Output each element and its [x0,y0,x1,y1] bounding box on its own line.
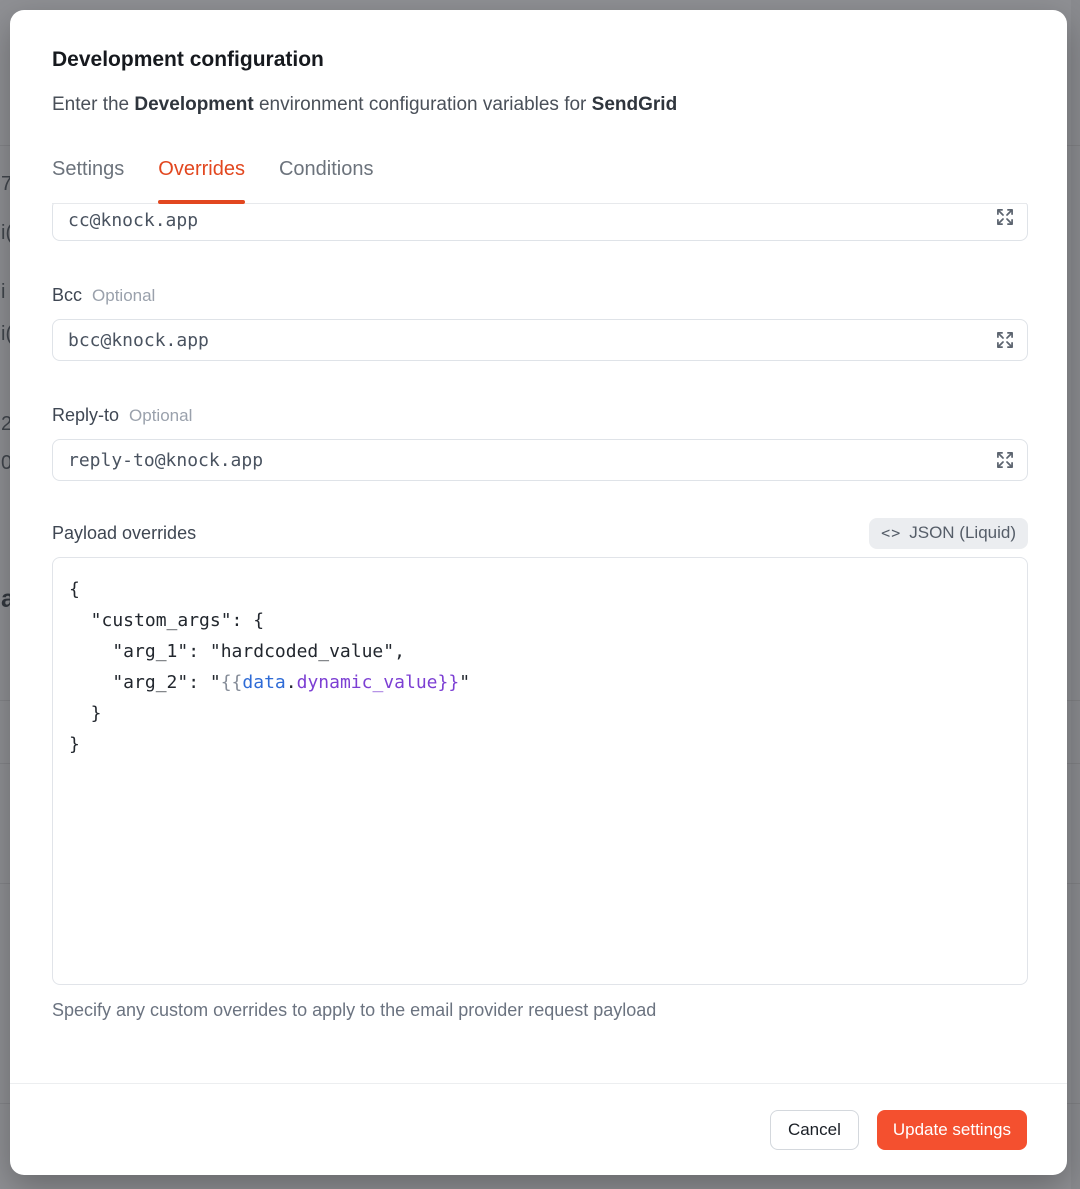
expand-icon[interactable] [994,449,1016,471]
expand-icon[interactable] [994,206,1016,228]
tab-conditions[interactable]: Conditions [279,157,374,203]
tab-overrides[interactable]: Overrides [158,157,245,203]
environment-name: Development [134,94,253,115]
dialog-subtitle: Enter the Development environment config… [52,93,1027,117]
code-line: "custom_args": { [69,605,1011,636]
page-scroll-edge [1071,0,1080,1189]
bcc-label: Bcc [52,285,82,306]
cc-input[interactable] [52,204,1028,241]
cc-field [52,204,1028,241]
dialog-body: Bcc Optional Reply-to Optional [10,204,1067,1083]
payload-overrides-label: Payload overrides [52,523,196,544]
development-configuration-dialog: Development configuration Enter the Deve… [10,10,1067,1175]
subtitle-middle: environment configuration variables for [254,94,592,115]
expand-icon[interactable] [994,329,1016,351]
payload-helper-text: Specify any custom overrides to apply to… [52,1000,1028,1021]
code-line: "arg_2": "{{data.dynamic_value}}" [69,667,1011,698]
payload-overrides-field: Payload overrides <> JSON (Liquid) { "cu… [52,518,1028,1021]
reply-to-field: Reply-to Optional [52,405,1028,481]
dialog-title: Development configuration [52,46,1027,73]
subtitle-prefix: Enter the [52,94,134,115]
bcc-input[interactable] [52,319,1028,361]
update-settings-button[interactable]: Update settings [877,1110,1027,1150]
cancel-button[interactable]: Cancel [770,1110,859,1150]
bcc-optional-tag: Optional [92,286,155,306]
payload-overrides-editor[interactable]: { "custom_args": { "arg_1": "hardcoded_v… [52,557,1028,985]
tab-settings[interactable]: Settings [52,157,124,203]
json-liquid-badge-label: JSON (Liquid) [909,523,1016,543]
bcc-field: Bcc Optional [52,285,1028,361]
provider-name: SendGrid [592,94,678,115]
reply-to-input[interactable] [52,439,1028,481]
code-line: { [69,574,1011,605]
code-line: "arg_1": "hardcoded_value", [69,636,1011,667]
code-line: } [69,729,1011,760]
code-line: } [69,698,1011,729]
dialog-footer: Cancel Update settings [10,1083,1067,1175]
dialog-header: Development configuration Enter the Deve… [10,10,1067,204]
background-text-fragment: i [1,281,5,304]
code-brackets-icon: <> [881,524,901,542]
tab-bar: Settings Overrides Conditions [52,157,1027,204]
reply-to-optional-tag: Optional [129,406,192,426]
json-liquid-badge: <> JSON (Liquid) [869,518,1028,549]
reply-to-label: Reply-to [52,405,119,426]
